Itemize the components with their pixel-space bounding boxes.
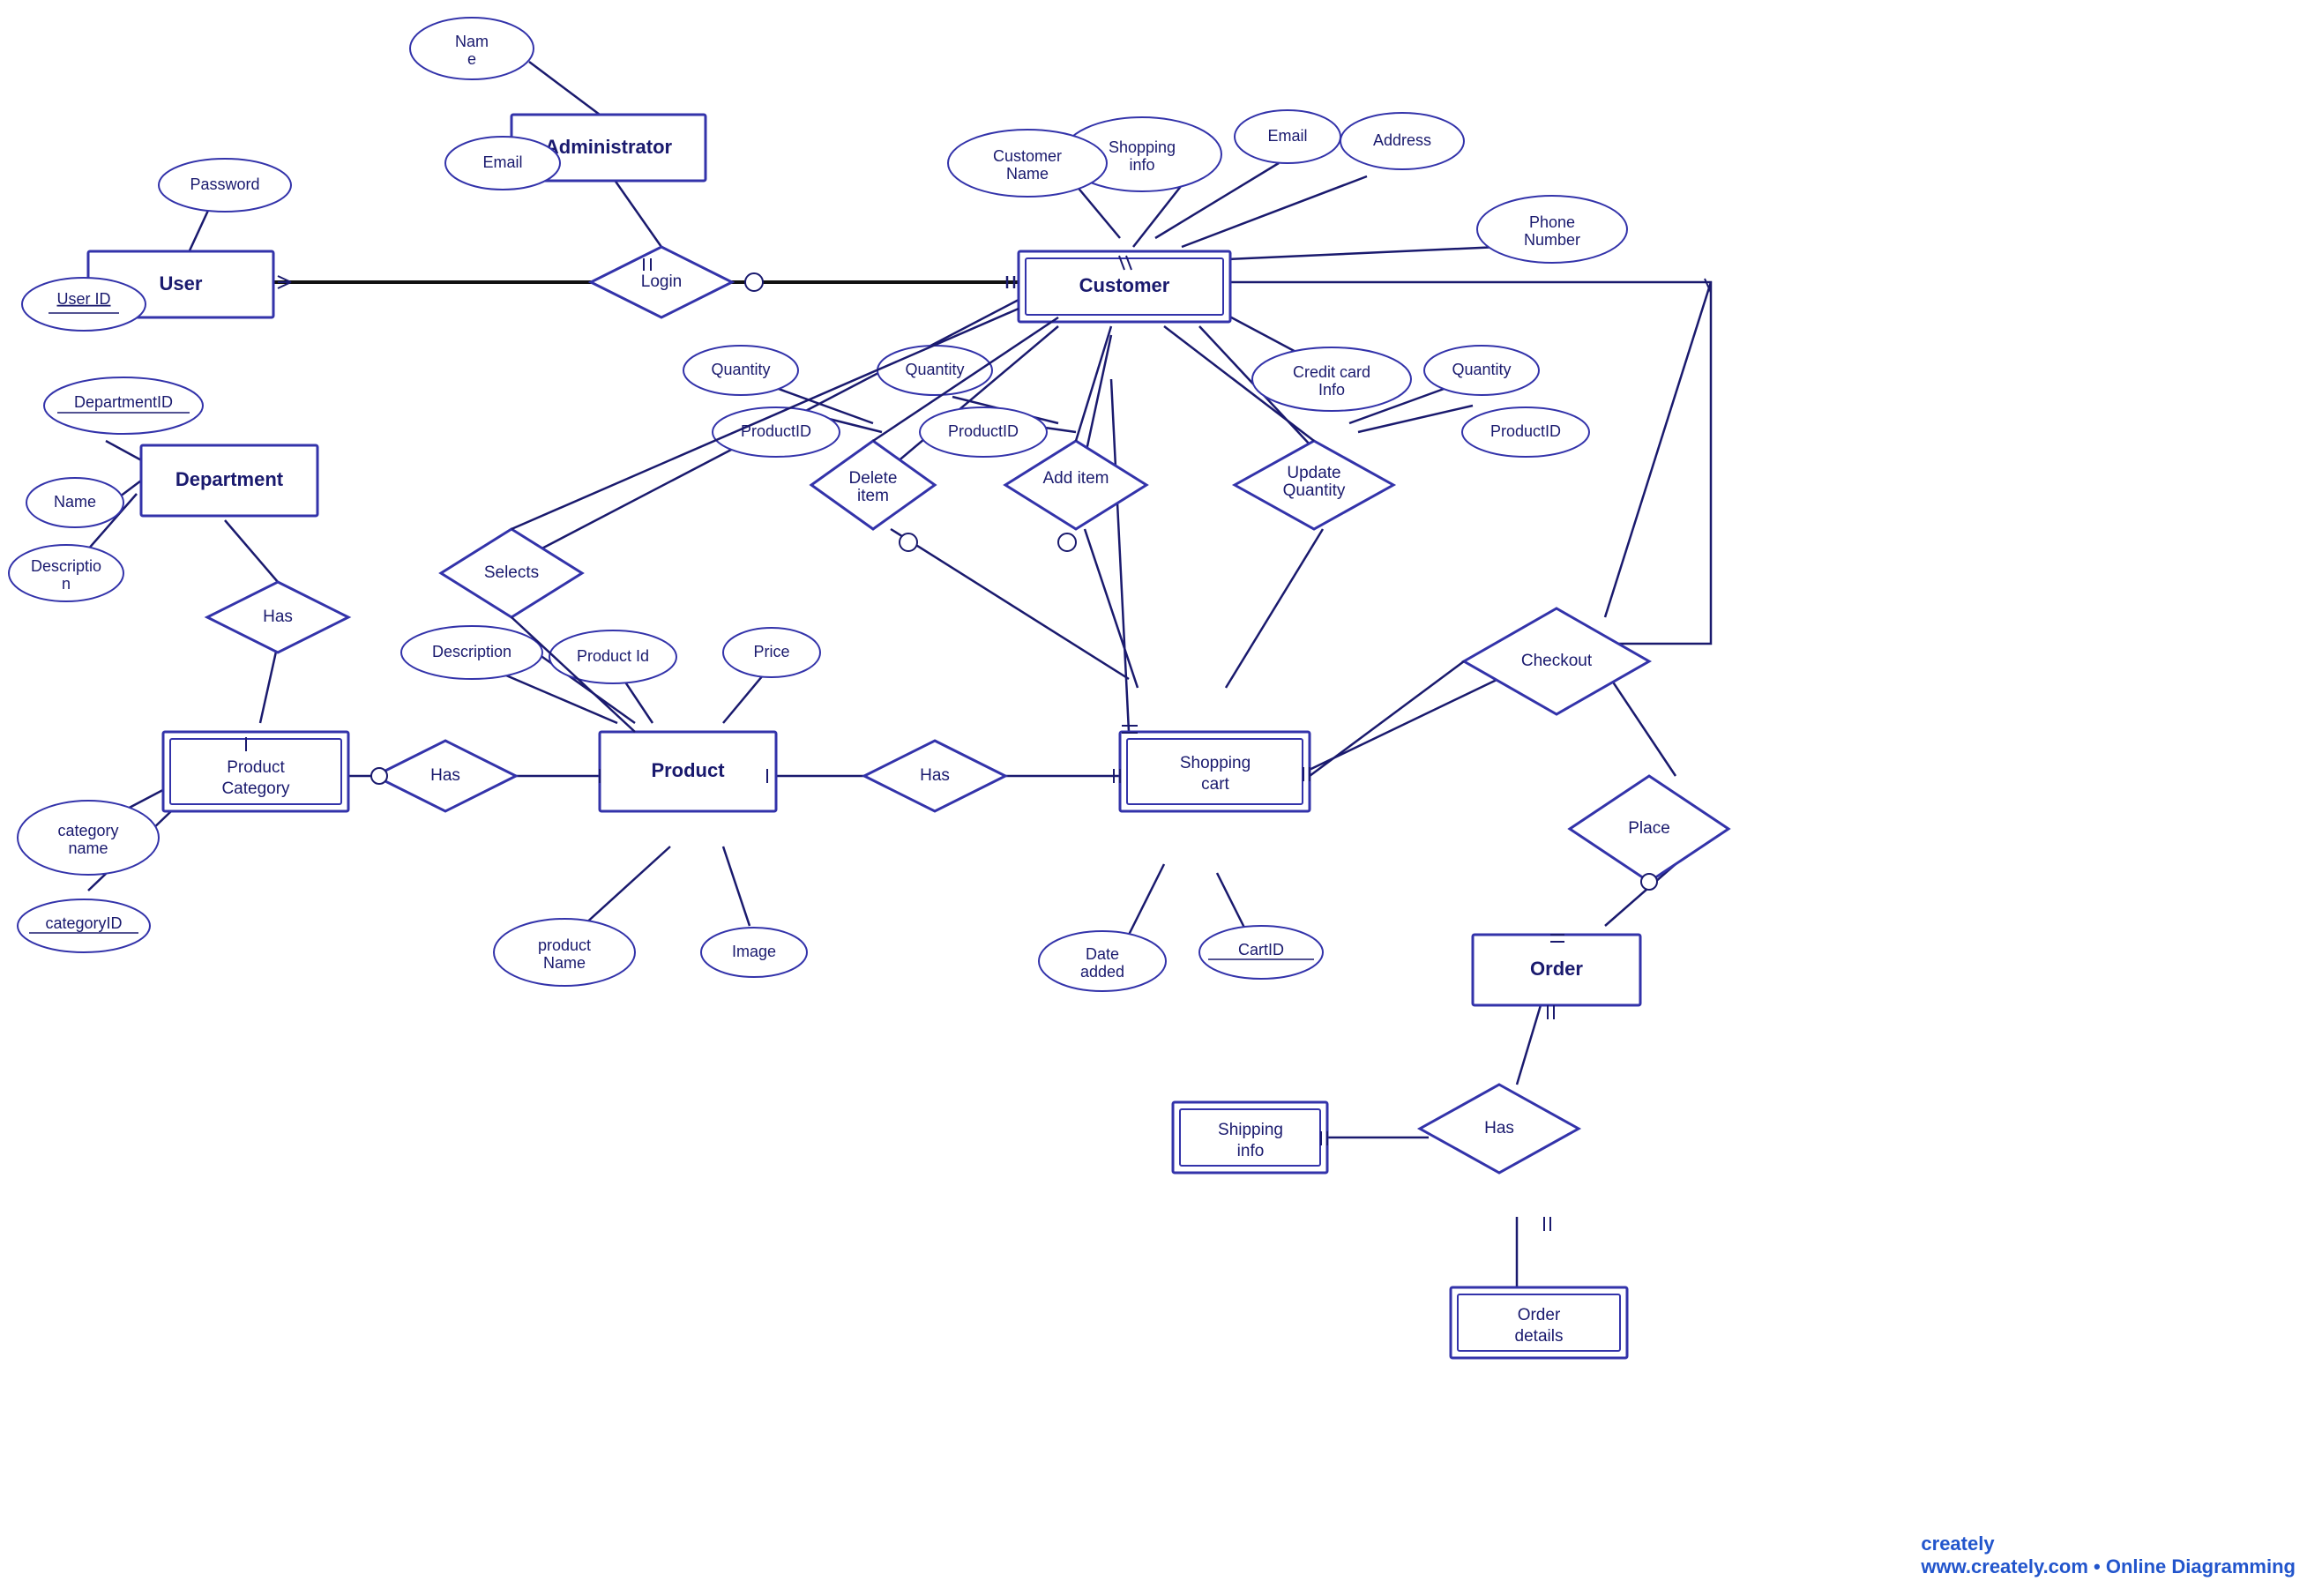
attr-price-label: Price: [753, 643, 789, 660]
attr-date-added-label1: Date: [1086, 945, 1119, 963]
attr-image-label: Image: [732, 943, 776, 960]
cardinality-additem-circle: [1058, 533, 1076, 551]
entity-product-category-label2: Category: [221, 779, 290, 798]
line-sc-dateadded: [1129, 864, 1164, 935]
line-checkout-place: [1605, 670, 1676, 776]
line-checkout-customer: [1605, 282, 1711, 617]
creately-sub: www.creately.com • Online Diagramming: [1921, 1555, 2296, 1578]
creately-brand: creately: [1921, 1533, 1994, 1555]
entity-user-label: User: [160, 272, 203, 295]
cardinality-zero-one-customer: [745, 273, 763, 291]
entity-product-label: Product: [651, 759, 725, 781]
attr-credit-card-label1: Credit card: [1293, 363, 1370, 381]
entity-customer-label: Customer: [1079, 274, 1170, 296]
attr-customer-email-label: Email: [1267, 127, 1307, 145]
attr-email-admin-label: Email: [482, 153, 522, 171]
line-has-prodcat: [260, 644, 278, 723]
line-uq-prodid: [1358, 406, 1473, 432]
attr-dept-desc-label2: n: [62, 575, 71, 593]
relationship-add-item-label1: Add item: [1043, 469, 1109, 488]
attr-dept-id-label: DepartmentID: [74, 393, 173, 411]
relationship-login-label: Login: [641, 272, 683, 291]
attr-cart-id-label: CartID: [1238, 941, 1284, 958]
line-customer-address: [1182, 176, 1367, 247]
attr-product-name-label2: Name: [543, 954, 586, 972]
attr-dept-desc-label1: Descriptio: [31, 557, 101, 575]
line-dept-has: [225, 520, 278, 582]
attr-shopping-info-label2: info: [1129, 156, 1154, 174]
line-customer-phone: [1208, 247, 1499, 260]
relationship-has-order-label: Has: [1484, 1119, 1514, 1137]
attr-category-name-label2: name: [68, 839, 108, 857]
line-prod-price: [723, 670, 767, 723]
relationship-update-quantity-label1: Update: [1287, 464, 1340, 482]
relationship-place-label: Place: [1628, 819, 1670, 838]
line-prod-image: [723, 846, 750, 926]
attr-password-label: Password: [190, 175, 259, 193]
cardinality-has2-circle: [371, 768, 387, 784]
attr-product-name-label1: product: [538, 936, 591, 954]
line-uq-sc: [1226, 529, 1323, 688]
line-sc-customer-direct: [1111, 379, 1129, 732]
attr-dept-name-label: Name: [54, 493, 96, 511]
attr-prod-productid-label: Product Id: [577, 647, 649, 665]
attr-prod-desc-label: Description: [432, 643, 511, 660]
relationship-has2-label: Has: [430, 766, 460, 785]
entity-shopping-cart-label2: cart: [1201, 775, 1229, 794]
line-admin-name: [529, 62, 600, 115]
relationship-checkout-label: Checkout: [1521, 652, 1593, 670]
attr-add-qty-label: Quantity: [905, 361, 964, 378]
attr-name-label2: e: [467, 50, 476, 68]
relationship-delete-item-label1: Delete: [849, 469, 898, 488]
entity-order-details-label1: Order: [1518, 1306, 1561, 1324]
attr-phone-number-label2: Number: [1524, 231, 1580, 249]
line-additem-customer: [1076, 326, 1111, 441]
attr-customer-name-label1: Customer: [993, 147, 1062, 165]
entity-shipping-info-label1: Shipping: [1218, 1121, 1283, 1139]
cardinality-delitem-circle: [900, 533, 917, 551]
entity-shipping-info-label2: info: [1237, 1142, 1265, 1160]
relationship-has3-label: Has: [920, 766, 950, 785]
creately-logo: creately www.creately.com • Online Diagr…: [1921, 1533, 2296, 1578]
attr-category-name-label1: category: [57, 822, 118, 839]
entity-order-label: Order: [1530, 958, 1583, 980]
attr-phone-number-label1: Phone: [1529, 213, 1575, 231]
line-additem-sc: [1085, 529, 1138, 688]
attr-category-id-label: categoryID: [45, 914, 122, 932]
attr-add-prodid-label: ProductID: [948, 422, 1019, 440]
attr-date-added-label2: added: [1080, 963, 1124, 981]
attr-user-id-label: User ID: [56, 290, 110, 308]
relationship-delete-item-label2: item: [857, 487, 889, 505]
attr-name-label1: Nam: [455, 33, 489, 50]
line-order-has: [1517, 996, 1543, 1085]
line-checkout-sc: [1310, 661, 1464, 776]
entity-product-category-label1: Product: [227, 758, 285, 777]
attr-shopping-info-label1: Shopping: [1109, 138, 1176, 156]
attr-credit-card-label2: Info: [1318, 381, 1345, 399]
attr-uq-qty-label: Quantity: [1452, 361, 1511, 378]
cardinality-place-circle: [1641, 874, 1657, 890]
line-customer-customername: [1076, 185, 1120, 238]
attr-customer-name-label2: Name: [1006, 165, 1049, 183]
entity-administrator-label: Administrator: [545, 136, 673, 158]
relationship-selects-label: Selects: [484, 563, 539, 582]
attr-uq-prodid-label: ProductID: [1490, 422, 1561, 440]
attr-address-label: Address: [1373, 131, 1431, 149]
entity-order-details-label2: details: [1515, 1327, 1564, 1346]
entity-department-label: Department: [175, 468, 284, 490]
relationship-has1-label: Has: [263, 608, 293, 626]
attr-del-qty-label: Quantity: [711, 361, 770, 378]
entity-shopping-cart-label1: Shopping: [1180, 754, 1251, 772]
relationship-update-quantity-label2: Quantity: [1283, 481, 1346, 500]
